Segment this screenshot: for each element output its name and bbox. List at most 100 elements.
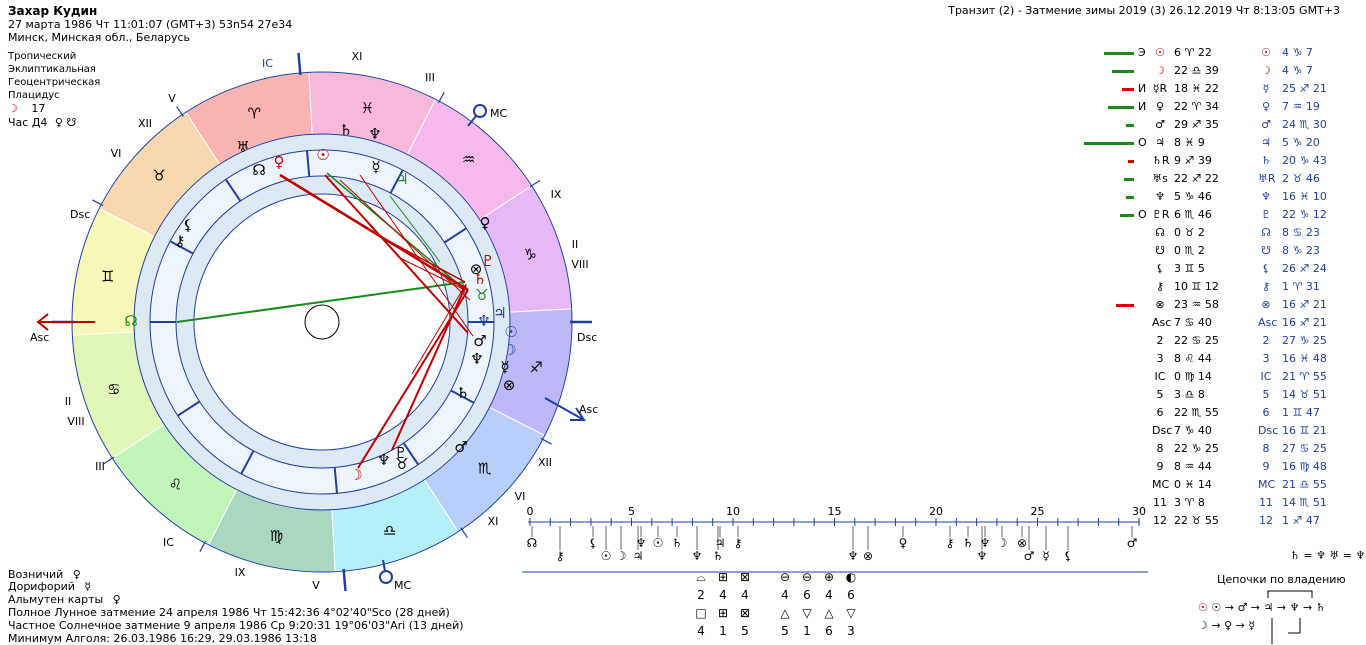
zodiac-sign-icon: ♏ bbox=[478, 460, 492, 478]
scale-planet-icon: ⚷ bbox=[734, 536, 743, 550]
planet-row: ♄R 9 ♐ 39 ♄ 20 ♑ 43 bbox=[1110, 152, 1360, 170]
transit-planet-icon: 8 bbox=[1262, 442, 1270, 455]
chain-2-text: ☽ → ♀ → ☿ bbox=[1198, 619, 1256, 632]
transit-position: 8 ♋ 23 bbox=[1282, 226, 1320, 239]
planet-icon: ♇ bbox=[481, 252, 494, 270]
planet-row: ⚸ 3 ♊ 5 ⚸ 26 ♐ 24 bbox=[1110, 260, 1360, 278]
house-cusp-line bbox=[92, 199, 104, 207]
planet-icon: ♅ bbox=[236, 138, 249, 156]
planet-row: ☽ 22 ♎ 39 ☽ 4 ♑ 7 bbox=[1110, 62, 1360, 80]
natal-position: 7 ♑ 40 bbox=[1174, 424, 1212, 437]
planet-icon: ☉ bbox=[504, 323, 517, 341]
planet-mark: И bbox=[1138, 100, 1147, 113]
transit-position: 22 ♑ 12 bbox=[1282, 208, 1327, 221]
transit-position: 27 ♋ 25 bbox=[1282, 442, 1327, 455]
planet-icon: ♀ bbox=[274, 153, 285, 171]
house-number-label: IX bbox=[235, 566, 246, 579]
house-number-label: VI bbox=[515, 490, 526, 503]
transit-position: 14 ♏ 51 bbox=[1282, 496, 1327, 509]
natal-position: 23 ♒ 58 bbox=[1174, 298, 1219, 311]
transit-position: 1 ♈ 31 bbox=[1282, 280, 1320, 293]
natal-position: 6 ♏ 46 bbox=[1174, 208, 1212, 221]
natal-position: 3 ♈ 8 bbox=[1174, 496, 1205, 509]
transit-planet-icon: 6 bbox=[1262, 406, 1270, 419]
aspect-symbol-icon: ⊖ bbox=[779, 570, 791, 584]
aspect-symbol-icon: □ bbox=[695, 606, 707, 620]
aspect-symbol-icon: △ bbox=[780, 606, 790, 620]
scale-planet-icon: ♀ bbox=[899, 536, 908, 550]
mc-marker-bottom bbox=[379, 570, 393, 584]
house-number-label: IX bbox=[551, 188, 562, 201]
aspect-symbol-icon: ⊞ bbox=[717, 606, 729, 620]
natal-position: 22 ♈ 34 bbox=[1174, 100, 1219, 113]
zodiac-sign-icon: ♋ bbox=[107, 381, 120, 399]
strength-bar bbox=[1084, 142, 1134, 145]
planet-mark: И bbox=[1138, 82, 1147, 95]
transit-position: 24 ♏ 30 bbox=[1282, 118, 1327, 131]
planet-row: О ♃ 8 ♓ 9 ♃ 5 ♑ 20 bbox=[1110, 134, 1360, 152]
house-number-label: II bbox=[65, 395, 72, 408]
scale-planet-icon: ♃ bbox=[715, 536, 726, 550]
natal-planet-icon: ⊗ bbox=[1155, 298, 1165, 311]
strength-bar bbox=[1108, 106, 1134, 109]
aspect-symbol-icon: ⊕ bbox=[823, 570, 835, 584]
house-number-label: VIII bbox=[571, 258, 588, 271]
chains-formula: ♄ = ♆ ♅ = ♆ bbox=[1290, 549, 1366, 562]
house-number-label: XI bbox=[488, 515, 499, 528]
natal-planet-icon: ⚷ bbox=[1155, 280, 1165, 293]
ic-label-bottom: IC bbox=[163, 536, 174, 549]
natal-planet-icon: ☋ bbox=[1155, 244, 1165, 257]
zodiac-sign-icon: ♐ bbox=[529, 359, 542, 377]
doryphory-line: Дорифорий ☿ bbox=[8, 580, 91, 593]
transit-position: 1 ♊ 47 bbox=[1282, 406, 1320, 419]
house-number-label: V bbox=[312, 579, 320, 592]
planet-row: 3 8 ♌ 44 3 16 ♓ 48 bbox=[1110, 350, 1360, 368]
planet-row: 8 22 ♑ 25 8 27 ♋ 25 bbox=[1110, 440, 1360, 458]
transit-planet-icon: ☊ bbox=[1261, 226, 1271, 239]
transit-position: 16 ♐ 21 bbox=[1282, 316, 1327, 329]
scale-tick-label: 25 bbox=[1031, 505, 1045, 518]
mercury-icon: ☿ bbox=[84, 580, 92, 593]
aspect-count-value: 2 bbox=[697, 588, 705, 602]
transit-planet-icon: ♀ bbox=[1261, 100, 1271, 113]
natal-planet-icon: ☉ bbox=[1155, 46, 1165, 59]
scale-planet-icon: ♄ bbox=[963, 536, 974, 550]
aspect-counts: ⌓ 2 ⊞ 4 ⊠ 4 ⊖ 4 ⊖ 6 ⊕ 4 ◐ 6 □ 4 ⊞ 1 ⊠ 5 △ 5 ▽ 1 △ 6 ▽ 3 bbox=[690, 570, 870, 640]
strength-bar bbox=[1116, 304, 1134, 307]
house-number-label: II bbox=[572, 238, 579, 251]
strength-bar bbox=[1128, 160, 1134, 163]
transit-planet-icon: 2 bbox=[1262, 334, 1270, 347]
transit-planet-icon: ♂ bbox=[1261, 118, 1271, 131]
zodiac-sign-icon: ♑ bbox=[524, 245, 537, 263]
house-number-label: XI bbox=[352, 50, 363, 63]
planet-icon: ⊗ bbox=[503, 376, 516, 394]
scale-tick-label: 20 bbox=[929, 505, 943, 518]
planet-row: Dsc 7 ♑ 40 Dsc 16 ♊ 21 bbox=[1110, 422, 1360, 440]
house-cusp-line bbox=[176, 106, 184, 117]
aspect-count-value: 5 bbox=[741, 624, 749, 638]
zodiac-sign-icon: ♈ bbox=[248, 105, 261, 123]
planet-row: 5 3 ♎ 8 5 14 ♉ 51 bbox=[1110, 386, 1360, 404]
zodiac-sign-icon: ♓ bbox=[361, 99, 374, 117]
scale-planet-icon: ⚷ bbox=[946, 536, 955, 550]
natal-position: 0 ♓ 14 bbox=[1174, 478, 1212, 491]
aspect-symbol-icon: ⊞ bbox=[717, 570, 729, 584]
aspect-symbol-icon: △ bbox=[824, 606, 834, 620]
aspect-symbol-icon: ⊠ bbox=[739, 606, 751, 620]
aspect-count-value: 6 bbox=[825, 624, 833, 638]
planet-icon: ♃ bbox=[395, 170, 408, 188]
natal-planet-icon: ☊ bbox=[1155, 226, 1165, 239]
transit-planet-icon: 9 bbox=[1262, 460, 1270, 473]
scale-planet-icon: ⚸ bbox=[589, 536, 598, 550]
natal-position: 8 ♌ 44 bbox=[1174, 352, 1212, 365]
planet-row: ⊗ 23 ♒ 58 ⊗ 16 ♐ 21 bbox=[1110, 296, 1360, 314]
aspect-count-value: 6 bbox=[847, 588, 855, 602]
transit-position: 16 ♐ 21 bbox=[1282, 298, 1327, 311]
transit-position: 8 ♑ 23 bbox=[1282, 244, 1320, 257]
zodiac-sign-icon: ♉ bbox=[153, 166, 166, 184]
chains-line-2: ☽ → ♀ → ☿ bbox=[1198, 619, 1255, 632]
aspect-symbol-icon: ⊠ bbox=[739, 570, 751, 584]
scale-planet-icon: ⊗ bbox=[863, 549, 873, 563]
natal-position: 22 ♎ 39 bbox=[1174, 64, 1219, 77]
planet-row: И ♀ 22 ♈ 34 ♀ 7 ♒ 19 bbox=[1110, 98, 1360, 116]
